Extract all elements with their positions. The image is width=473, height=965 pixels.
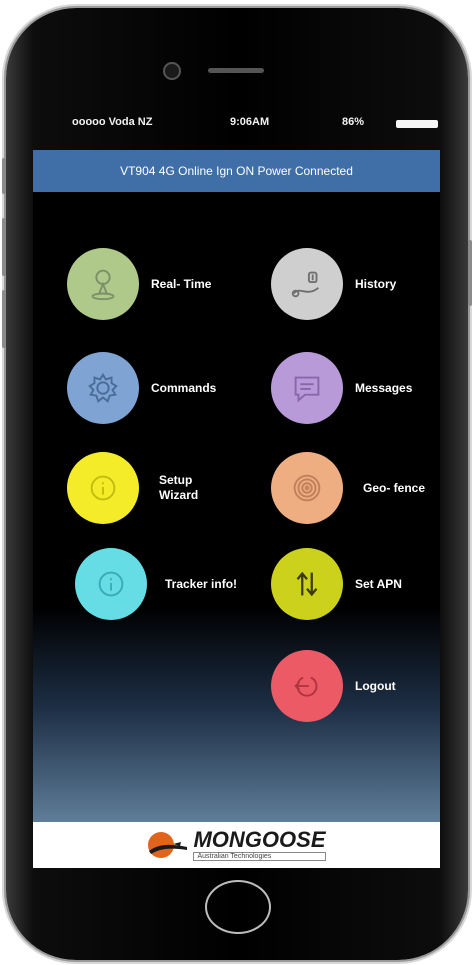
home-button[interactable] (205, 880, 271, 934)
earpiece-speaker (208, 68, 264, 73)
setup-wizard-label: Setup Wizard (159, 473, 199, 502)
brand-name: MONGOOSE (193, 827, 326, 852)
menu-history[interactable]: History (271, 248, 396, 320)
history-button[interactable] (271, 248, 343, 320)
messages-button[interactable] (271, 352, 343, 424)
set-apn-button[interactable] (271, 548, 343, 620)
real-time-button[interactable] (67, 248, 139, 320)
set-apn-label: Set APN (355, 576, 402, 591)
geo-fence-label: Geo- fence (363, 480, 426, 495)
target-icon (293, 474, 321, 502)
battery-icon (396, 120, 438, 128)
messages-label: Messages (355, 380, 413, 395)
person-pin-icon (91, 269, 115, 301)
geo-fence-button[interactable] (271, 452, 343, 524)
real-time-label: Real- Time (151, 276, 212, 291)
mongoose-logo: MONGOOSE Australian Technologies (147, 827, 326, 861)
menu-geo-fence[interactable]: Geo- fence (271, 452, 425, 524)
power-button (468, 240, 472, 306)
route-dollar-icon (291, 271, 320, 298)
message-icon (294, 376, 320, 403)
main-menu-area: Real- Time History Commands Messages Set… (33, 192, 440, 822)
status-bar: ooooo Voda NZ 9:06AM 86% (30, 112, 442, 136)
tracker-info-label: Tracker info! (165, 576, 238, 591)
menu-logout[interactable]: Logout (271, 650, 396, 722)
carrier-label: ooooo Voda NZ (72, 116, 153, 128)
device-status-text: VT904 4G Online Ign ON Power Connected (120, 164, 353, 178)
mongoose-logo-icon (148, 832, 188, 858)
brand-tagline: Australian Technologies (193, 852, 326, 861)
volume-up-button (2, 218, 6, 276)
brand-footer: MONGOOSE Australian Technologies (33, 822, 440, 868)
info-circle-icon (90, 475, 116, 501)
clock-label: 9:06AM (230, 116, 270, 128)
menu-setup-wizard[interactable]: Setup Wizard (67, 452, 198, 524)
front-camera (163, 62, 181, 80)
history-label: History (355, 276, 397, 291)
battery-percent: 86% (342, 116, 365, 128)
menu-set-apn[interactable]: Set APN (271, 548, 402, 620)
menu-commands[interactable]: Commands (67, 352, 216, 424)
logout-icon (294, 676, 318, 697)
info-circle-icon (98, 571, 124, 597)
tracker-info-button[interactable] (75, 548, 147, 620)
logout-button[interactable] (271, 650, 343, 722)
menu-real-time[interactable]: Real- Time (67, 248, 211, 320)
setup-wizard-button[interactable] (67, 452, 139, 524)
gear-icon (88, 372, 118, 403)
volume-down-button (2, 290, 6, 348)
menu-tracker-info[interactable]: Tracker info! (75, 548, 237, 620)
commands-button[interactable] (67, 352, 139, 424)
side-button (2, 158, 6, 194)
commands-label: Commands (151, 380, 217, 395)
transfer-arrows-icon (296, 571, 318, 597)
device-status-banner: VT904 4G Online Ign ON Power Connected (33, 150, 440, 192)
menu-messages[interactable]: Messages (271, 352, 412, 424)
logout-label: Logout (355, 678, 396, 693)
